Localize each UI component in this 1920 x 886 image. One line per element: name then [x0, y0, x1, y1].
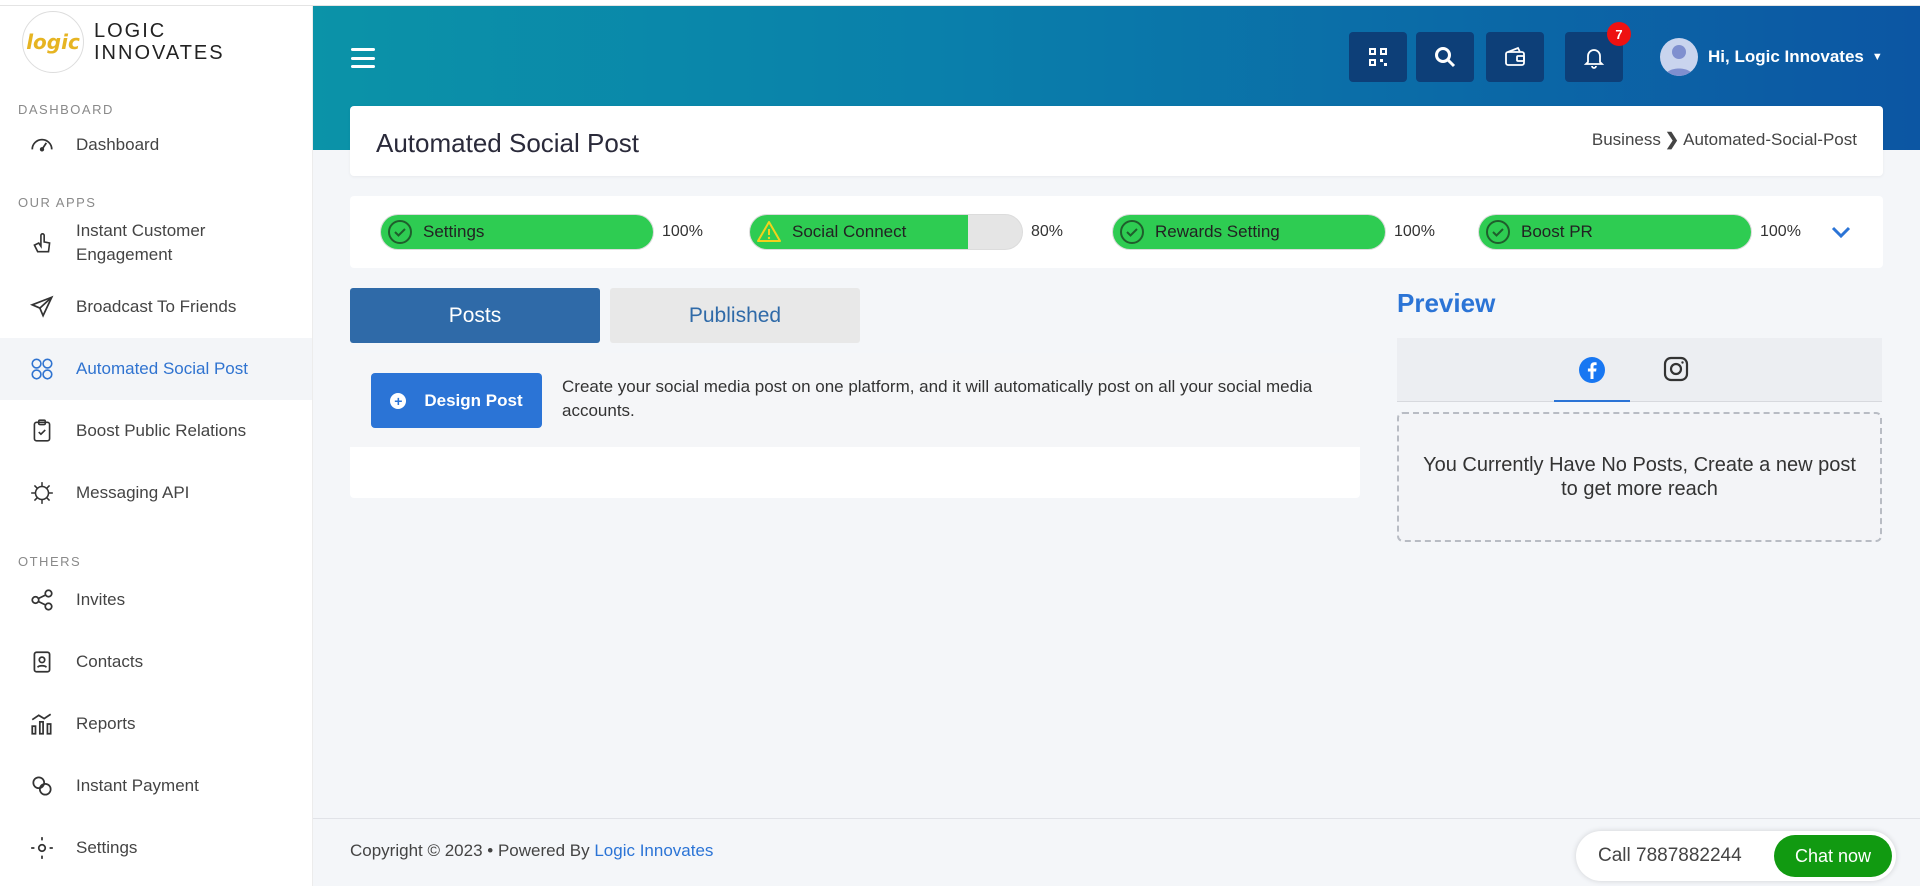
- sidebar-item-instant-payment[interactable]: Instant Payment: [0, 755, 312, 817]
- tab-posts[interactable]: Posts: [350, 288, 600, 343]
- chat-now-button[interactable]: Chat now: [1774, 835, 1892, 877]
- qr-code-button[interactable]: [1349, 32, 1407, 82]
- send-icon: [28, 293, 56, 321]
- section-others: OTHERS: [18, 554, 82, 569]
- check-circle-icon: [388, 220, 412, 244]
- sidebar-item-invites[interactable]: Invites: [0, 569, 312, 631]
- setup-progress-card: Settings 100% Social Connect 80% Rewards…: [350, 196, 1883, 268]
- caret-down-icon: ▼: [1871, 51, 1883, 63]
- instagram-icon: [1663, 356, 1689, 382]
- social-icon: [28, 355, 56, 383]
- facebook-icon: [1579, 357, 1605, 383]
- notification-badge: 7: [1607, 22, 1631, 46]
- hand-icon: [28, 229, 56, 257]
- brand-name: LOGIC INNOVATES: [94, 20, 225, 64]
- chevron-down-icon[interactable]: [1829, 220, 1853, 244]
- posts-empty-banner: + Design Post Create your social media p…: [350, 353, 1360, 447]
- tab-instagram[interactable]: [1638, 348, 1714, 390]
- call-number[interactable]: Call 7887882244: [1598, 845, 1742, 867]
- page-title-card: Automated Social Post Business ❯ Automated…: [350, 106, 1883, 176]
- sidebar-item-broadcast[interactable]: Broadcast To Friends: [0, 276, 312, 338]
- tab-facebook[interactable]: [1554, 340, 1630, 402]
- share-icon: [28, 586, 56, 614]
- design-post-button[interactable]: + Design Post: [371, 373, 542, 428]
- notifications-button[interactable]: 7: [1565, 22, 1631, 82]
- posts-description: Create your social media post on one pla…: [562, 377, 1313, 420]
- breadcrumb-current: Automated-Social-Post: [1683, 130, 1857, 149]
- progress-social-connect[interactable]: Social Connect 80%: [749, 214, 1063, 250]
- settings-icon: [28, 834, 56, 862]
- sidebar-item-reports[interactable]: Reports: [0, 693, 312, 755]
- logo-mark: logic: [22, 11, 84, 73]
- plus-circle-icon: +: [390, 392, 407, 409]
- wallet-icon: [1505, 46, 1525, 66]
- preview-platform-tabs: [1397, 338, 1882, 402]
- progress-settings[interactable]: Settings 100%: [380, 214, 703, 250]
- search-button[interactable]: [1416, 32, 1474, 82]
- search-icon: [1435, 47, 1456, 68]
- breadcrumb: Business ❯ Automated-Social-Post: [1592, 130, 1857, 150]
- posts-panel: + Design Post Create your social media p…: [350, 353, 1360, 498]
- api-icon: [28, 479, 56, 507]
- breadcrumb-chevron-icon: ❯: [1664, 130, 1680, 149]
- bell-icon: [1583, 49, 1605, 69]
- brand-logo[interactable]: logic LOGIC INNOVATES: [0, 6, 312, 78]
- chat-widget: Call 7887882244 Chat now: [1576, 831, 1896, 881]
- progress-boost-pr[interactable]: Boost PR 100%: [1478, 214, 1801, 250]
- sidebar-item-boost-public-relations[interactable]: Boost Public Relations: [0, 400, 312, 462]
- clipboard-icon: [28, 417, 56, 445]
- sidebar-item-instant-customer-engagement[interactable]: Instant Customer Engagement: [0, 210, 312, 276]
- section-dashboard: DASHBOARD: [18, 102, 114, 117]
- footer: Copyright © 2023 • Powered By Logic Inno…: [313, 818, 1920, 886]
- sidebar-item-contacts[interactable]: Contacts: [0, 631, 312, 693]
- section-apps: OUR APPS: [18, 195, 97, 210]
- sidebar-item-dashboard[interactable]: Dashboard: [0, 117, 312, 173]
- sidebar: logic LOGIC INNOVATES DASHBOARD Dashboar…: [0, 6, 313, 886]
- avatar: [1660, 38, 1698, 76]
- check-circle-icon: [1486, 220, 1510, 244]
- user-menu[interactable]: Hi, Logic Innovates ▼: [1660, 38, 1883, 76]
- sidebar-item-automated-social-post[interactable]: Automated Social Post: [0, 338, 312, 400]
- progress-rewards-setting[interactable]: Rewards Setting 100%: [1112, 214, 1435, 250]
- payment-icon: [28, 772, 56, 800]
- contacts-icon: [28, 648, 56, 676]
- speedometer-icon: [28, 131, 56, 159]
- sidebar-item-messaging-api[interactable]: Messaging API: [0, 462, 312, 524]
- wallet-button[interactable]: [1486, 32, 1544, 82]
- preview-empty-message: You Currently Have No Posts, Create a ne…: [1397, 412, 1882, 542]
- menu-toggle-icon[interactable]: [351, 48, 375, 68]
- page-title: Automated Social Post: [376, 128, 640, 158]
- reports-icon: [28, 710, 56, 738]
- preview-title: Preview: [1397, 288, 1496, 318]
- powered-by-link[interactable]: Logic Innovates: [594, 841, 713, 860]
- tab-published[interactable]: Published: [610, 288, 860, 343]
- breadcrumb-business[interactable]: Business: [1592, 130, 1661, 149]
- warning-icon: [757, 221, 781, 242]
- footer-copyright: Copyright © 2023 • Powered By Logic Inno…: [350, 841, 714, 860]
- user-greeting: Hi, Logic Innovates: [1708, 47, 1864, 66]
- sidebar-item-settings[interactable]: Settings: [0, 817, 312, 879]
- check-circle-icon: [1120, 220, 1144, 244]
- qr-code-icon: [1369, 48, 1387, 66]
